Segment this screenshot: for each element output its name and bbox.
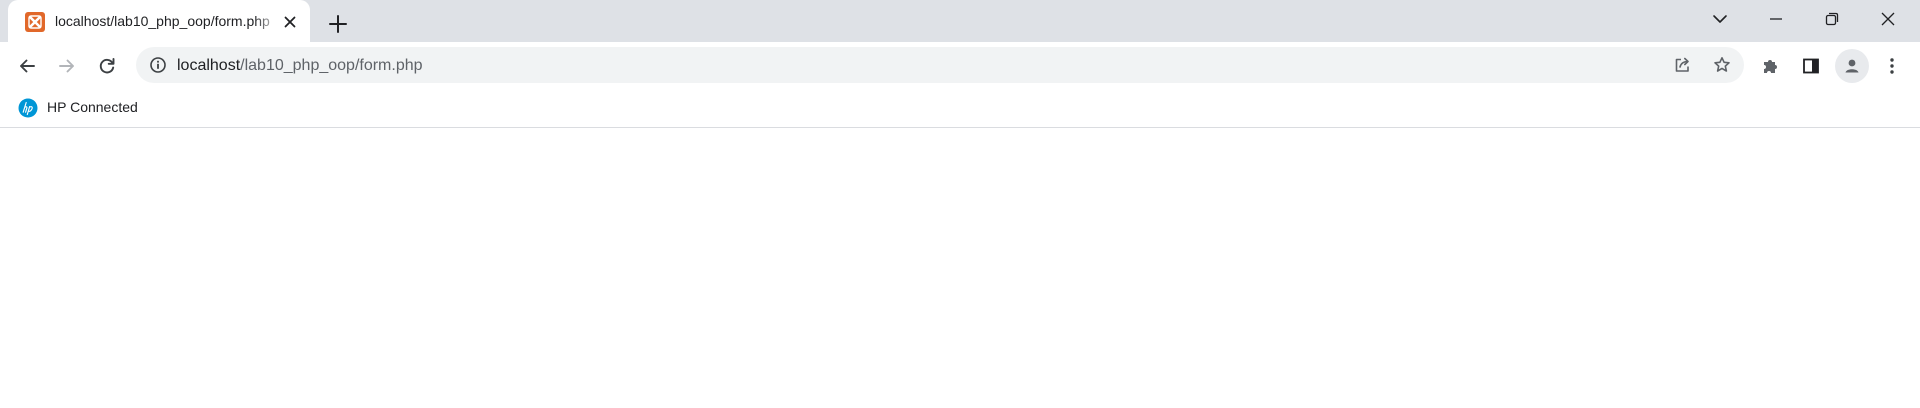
restore-icon <box>1825 12 1839 26</box>
bookmarks-bar: HP Connected <box>0 88 1920 128</box>
reload-button[interactable] <box>90 49 124 83</box>
browser-tab[interactable]: localhost/lab10_php_oop/form.php <box>8 0 310 42</box>
close-icon[interactable] <box>280 12 300 32</box>
extensions-button[interactable] <box>1754 49 1788 83</box>
puzzle-icon <box>1764 60 1777 73</box>
avatar-icon <box>1845 59 1859 73</box>
info-icon[interactable] <box>148 55 168 75</box>
new-tab-button[interactable] <box>324 10 352 38</box>
plus-icon <box>329 15 347 33</box>
hp-logo-icon <box>18 98 38 118</box>
menu-button[interactable] <box>1875 49 1909 83</box>
forward-button[interactable] <box>50 49 84 83</box>
share-icon[interactable] <box>1672 55 1692 75</box>
bookmark-label: HP Connected <box>47 99 138 115</box>
toolbar: localhost/lab10_php_oop/form.php <box>0 42 1920 88</box>
url-path: /lab10_php_oop/form.php <box>240 57 423 74</box>
arrow-left-icon <box>20 59 35 73</box>
xampp-icon <box>25 12 45 32</box>
reload-icon <box>99 58 115 74</box>
profile-button[interactable] <box>1835 49 1869 83</box>
side-panel-icon <box>1803 58 1819 74</box>
page-content <box>0 129 1920 408</box>
bookmark-hp-connected[interactable]: HP Connected <box>8 93 150 121</box>
minimize-button[interactable] <box>1748 0 1804 38</box>
kebab-menu-icon <box>1890 58 1894 74</box>
restore-button[interactable] <box>1804 0 1860 38</box>
url-host: localhost <box>177 57 241 74</box>
back-button[interactable] <box>10 49 44 83</box>
minimize-icon <box>1770 18 1782 20</box>
tab-title: localhost/lab10_php_oop/form.php <box>55 13 270 29</box>
chevron-down-icon <box>1713 15 1727 23</box>
arrow-right-icon <box>59 59 74 73</box>
url-text[interactable]: localhost/lab10_php_oop/form.php <box>177 56 423 75</box>
tab-strip: localhost/lab10_php_oop/form.php <box>0 0 1920 42</box>
side-panel-button[interactable] <box>1794 49 1828 83</box>
close-icon <box>1881 12 1895 26</box>
star-icon[interactable] <box>1712 55 1732 75</box>
window-close-button[interactable] <box>1860 0 1916 38</box>
tab-search-button[interactable] <box>1692 0 1748 38</box>
address-bar[interactable]: localhost/lab10_php_oop/form.php <box>136 47 1744 83</box>
